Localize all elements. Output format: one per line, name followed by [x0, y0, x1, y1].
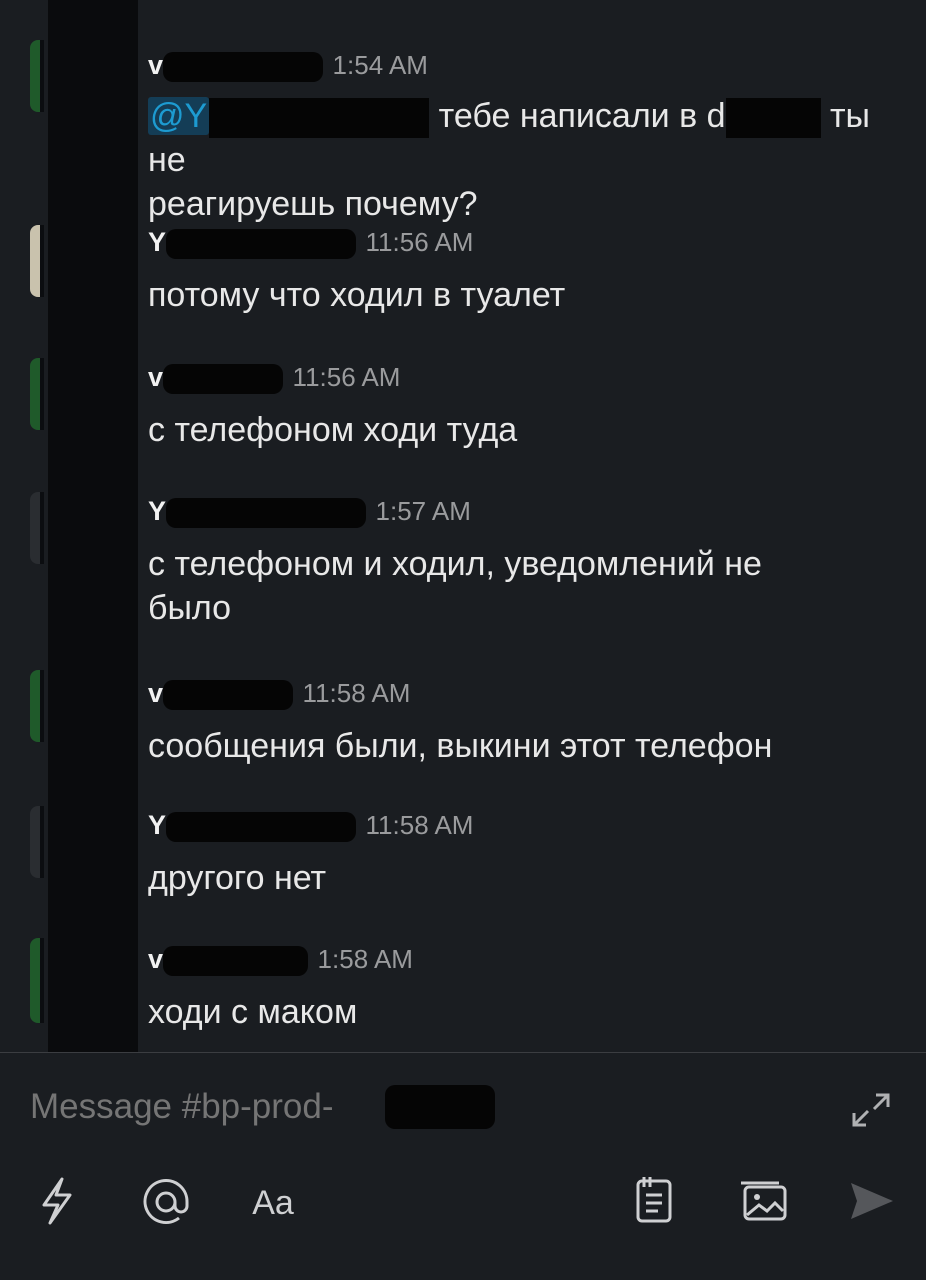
redaction-overlay — [48, 0, 138, 1052]
message-text: с телефоном и ходил, уведомлений не было — [148, 542, 908, 630]
message-feed[interactable]: v 1:54 AM @Y тебе написали в d ты не реа… — [0, 0, 926, 1052]
timestamp[interactable]: 11:58 AM — [303, 678, 411, 708]
message-text-part: тебе написали в d — [438, 97, 726, 135]
message-header: Y 1:57 AM — [148, 494, 471, 528]
timestamp[interactable]: 1:57 AM — [376, 496, 471, 526]
avatar[interactable] — [30, 492, 44, 564]
message-header: Y 11:56 AM — [148, 225, 473, 259]
redaction — [385, 1085, 495, 1129]
mention-icon[interactable] — [138, 1173, 194, 1233]
message-header: Y 11:58 AM — [148, 808, 473, 842]
redaction — [166, 811, 357, 842]
message-header: v 11:58 AM — [148, 676, 410, 710]
avatar[interactable] — [30, 40, 44, 112]
message-text: сообщения были, выкини этот телефон — [148, 727, 773, 765]
message-text: другого нет — [148, 859, 327, 897]
author-name[interactable]: v — [148, 362, 163, 392]
avatar[interactable] — [30, 225, 44, 297]
avatar[interactable] — [30, 806, 44, 878]
message-header: v 1:58 AM — [148, 942, 413, 976]
timestamp[interactable]: 1:54 AM — [333, 50, 428, 80]
composer-toolbar: Aa — [0, 1173, 926, 1243]
timestamp[interactable]: 11:56 AM — [366, 227, 474, 257]
message-text-part: было — [148, 589, 232, 627]
message-text: потому что ходил в туалет — [148, 276, 566, 314]
redaction — [163, 363, 284, 394]
avatar[interactable] — [30, 670, 44, 742]
author-name[interactable]: v — [148, 50, 163, 80]
message-text: ходи с маком — [148, 993, 358, 1031]
timestamp[interactable]: 11:56 AM — [293, 362, 401, 392]
avatar[interactable] — [30, 358, 44, 430]
message-header: v 1:54 AM — [148, 48, 428, 82]
message-text-part: реагируешь почему? — [148, 185, 478, 224]
author-name[interactable]: v — [148, 678, 163, 708]
redaction — [725, 98, 821, 139]
image-icon[interactable] — [734, 1173, 794, 1233]
shortcuts-icon[interactable] — [32, 1173, 82, 1233]
author-name[interactable]: v — [148, 944, 163, 974]
message-text-part: с телефоном и ходил, уведомлений не — [148, 545, 762, 583]
timestamp[interactable]: 1:58 AM — [318, 944, 413, 974]
expand-icon[interactable] — [846, 1085, 896, 1135]
redaction — [163, 945, 309, 976]
message-composer: Aa — [0, 1053, 926, 1280]
avatar[interactable] — [30, 938, 44, 1023]
message-text: @Y тебе написали в d ты не реагируешь по… — [148, 94, 908, 226]
user-mention[interactable]: @Y — [148, 97, 210, 135]
author-name[interactable]: Y — [148, 227, 166, 257]
clipboard-icon[interactable] — [628, 1173, 680, 1233]
redaction — [209, 98, 430, 139]
format-icon[interactable]: Aa — [240, 1173, 306, 1233]
redaction — [166, 497, 367, 528]
timestamp[interactable]: 11:58 AM — [366, 810, 474, 840]
redaction — [166, 228, 357, 259]
send-icon[interactable] — [846, 1173, 898, 1233]
redaction — [163, 679, 294, 710]
message-text: с телефоном ходи туда — [148, 411, 518, 449]
redaction — [163, 51, 324, 82]
message-header: v 11:56 AM — [148, 360, 400, 394]
author-name[interactable]: Y — [148, 810, 166, 840]
author-name[interactable]: Y — [148, 496, 166, 526]
